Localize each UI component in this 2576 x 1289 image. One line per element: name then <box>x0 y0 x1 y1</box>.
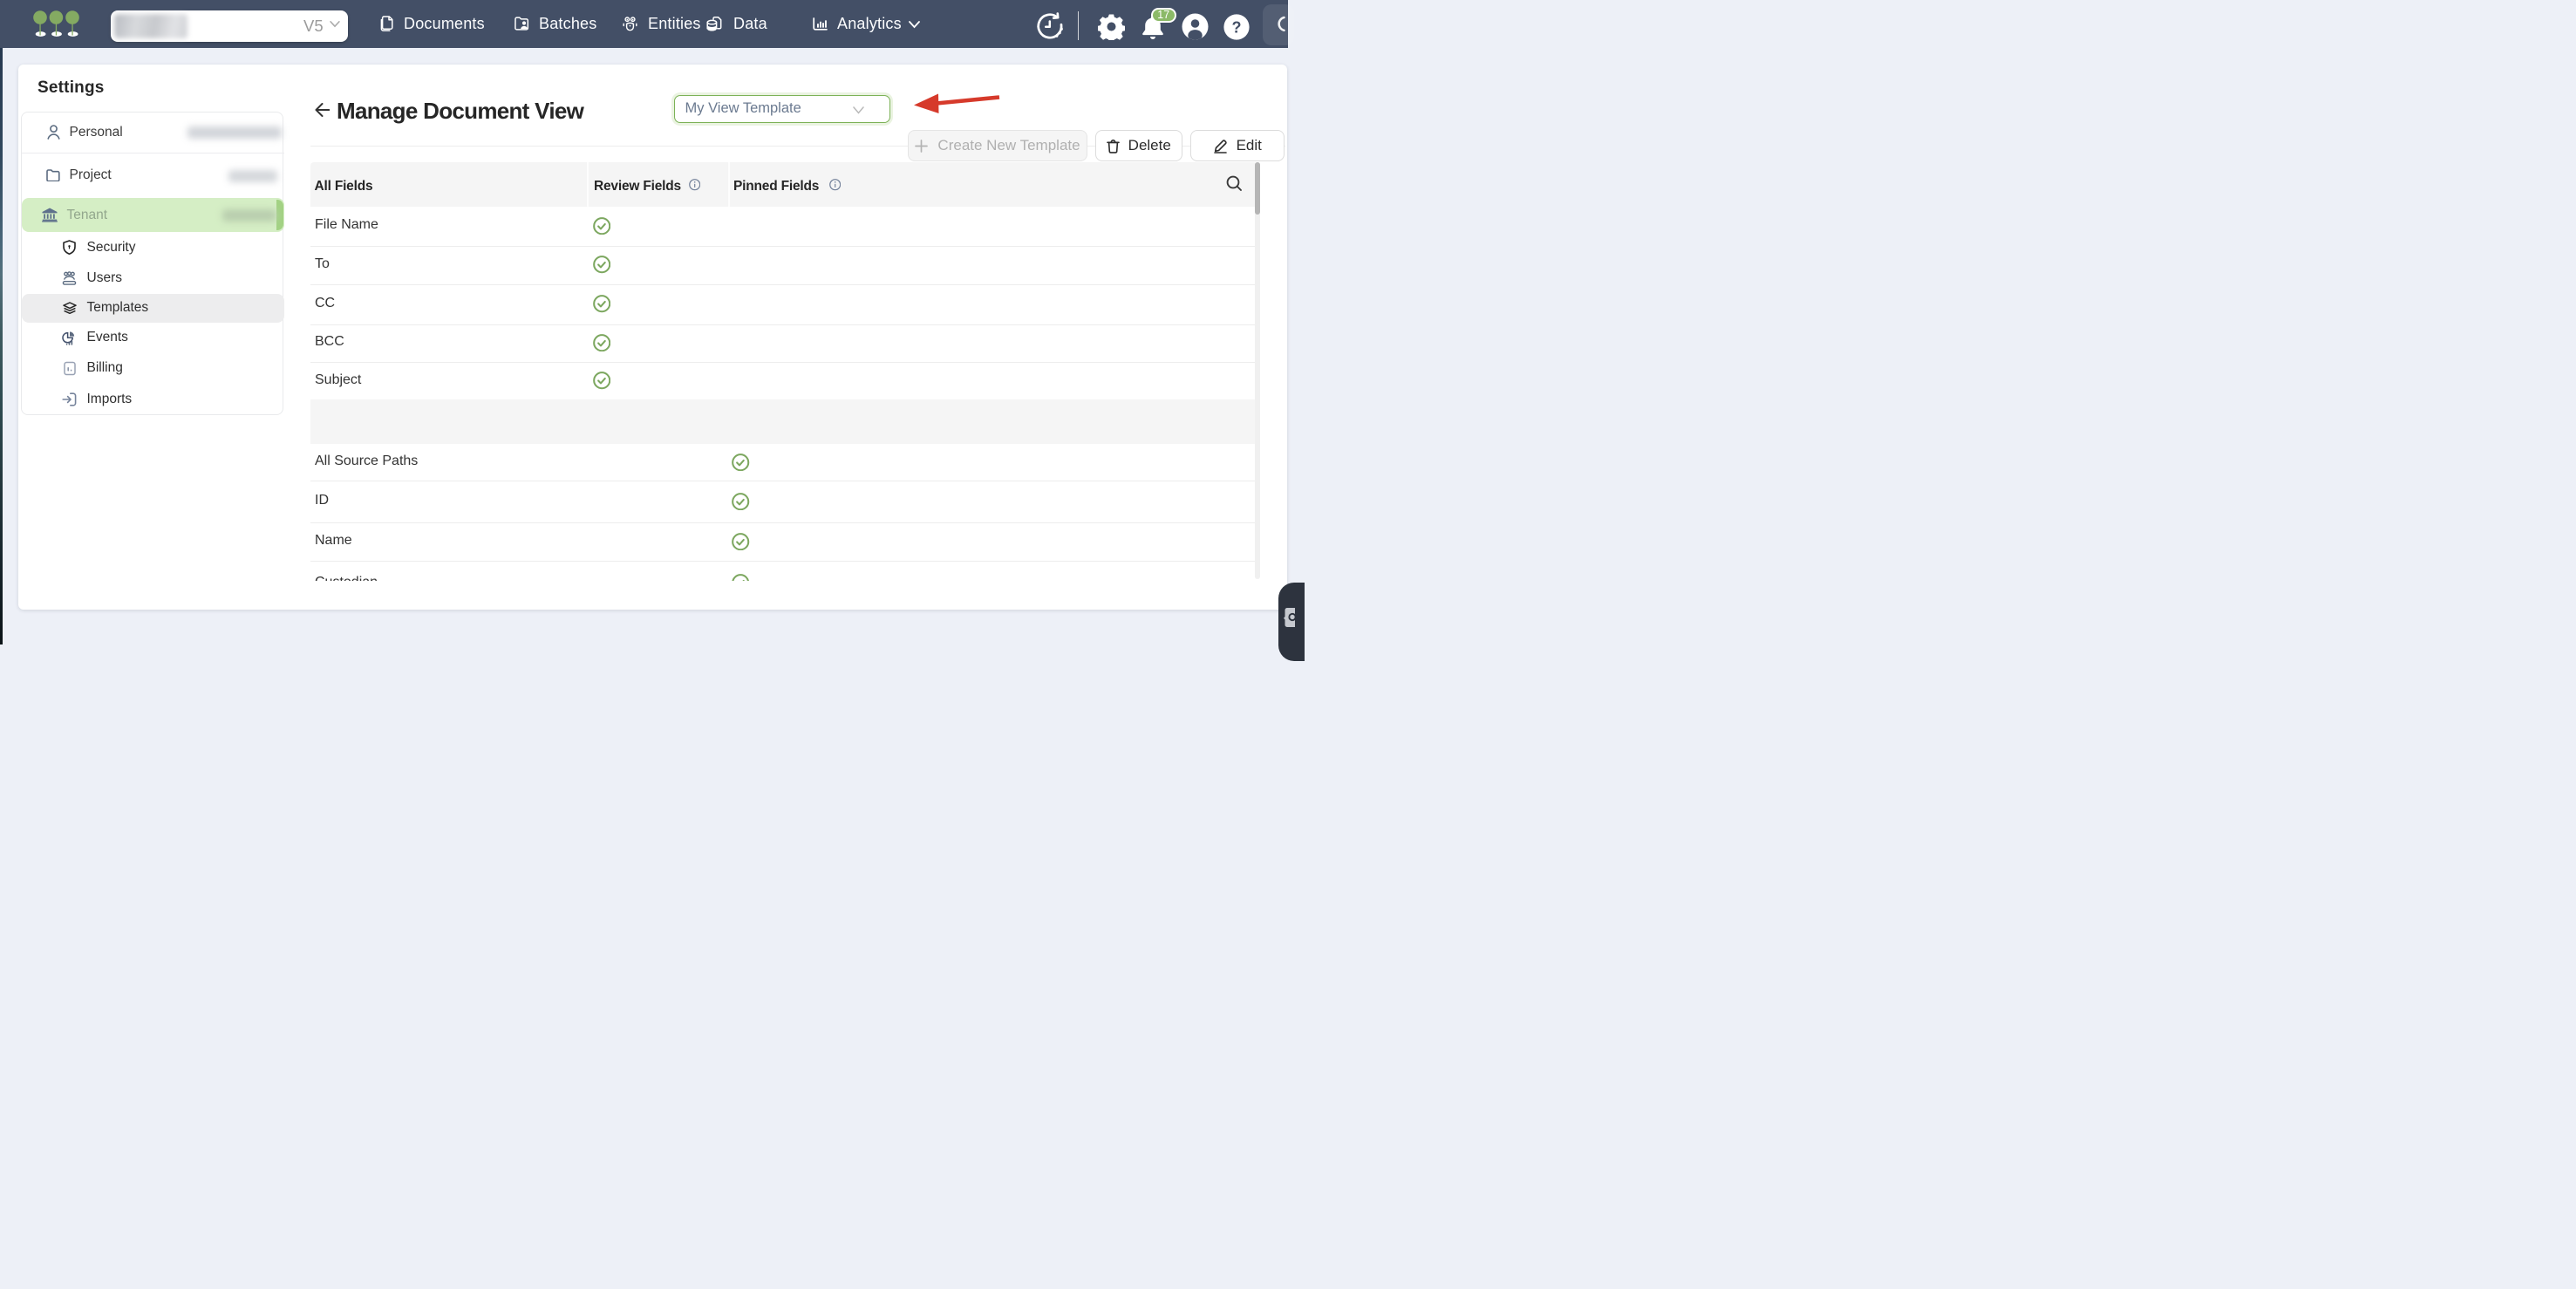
svg-text:?: ? <box>1231 19 1241 37</box>
